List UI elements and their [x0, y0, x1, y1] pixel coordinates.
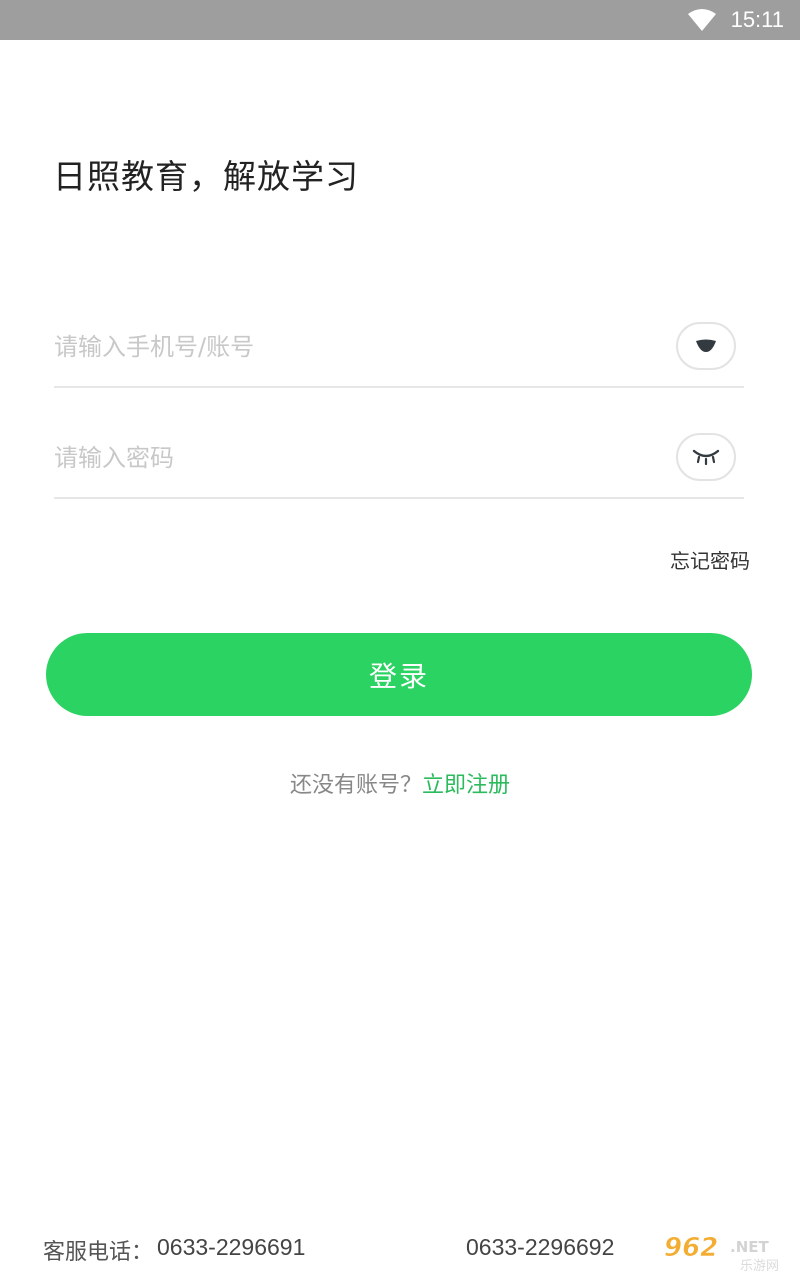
customer-service-phone-1[interactable]: 0633-2296691 [157, 1234, 305, 1261]
forgot-password-link[interactable]: 忘记密码 [670, 545, 750, 574]
dropdown-arrow-icon [696, 339, 716, 352]
wifi-icon [687, 9, 716, 31]
svg-text:962: 962 [664, 1233, 718, 1263]
register-prompt: 还没有账号？ [289, 773, 422, 798]
status-time: 15:11 [730, 7, 784, 32]
register-link[interactable]: 立即注册 [422, 773, 510, 798]
login-button[interactable]: 登录 [46, 633, 752, 716]
svg-text:.NET: .NET [730, 1238, 769, 1256]
closed-eye-icon [692, 449, 720, 466]
account-dropdown-button[interactable] [676, 322, 736, 370]
watermark-logo-icon: 962 .NET 乐游网 [664, 1233, 779, 1274]
watermark-logo: 962 .NET 乐游网 [660, 1230, 792, 1274]
account-input[interactable] [54, 308, 654, 386]
customer-service-label: 客服电话： [43, 1240, 154, 1265]
customer-service-phone-2[interactable]: 0633-2296692 [466, 1234, 614, 1261]
password-input[interactable] [54, 419, 654, 497]
svg-text:乐游网: 乐游网 [740, 1259, 779, 1274]
status-bar: 15:11 [0, 0, 800, 40]
account-field [54, 308, 744, 388]
page-title: 日照教育，解放学习 [53, 157, 359, 196]
register-line: 还没有账号？立即注册 [0, 767, 800, 799]
password-field [54, 419, 744, 499]
password-visibility-toggle[interactable] [676, 433, 736, 481]
